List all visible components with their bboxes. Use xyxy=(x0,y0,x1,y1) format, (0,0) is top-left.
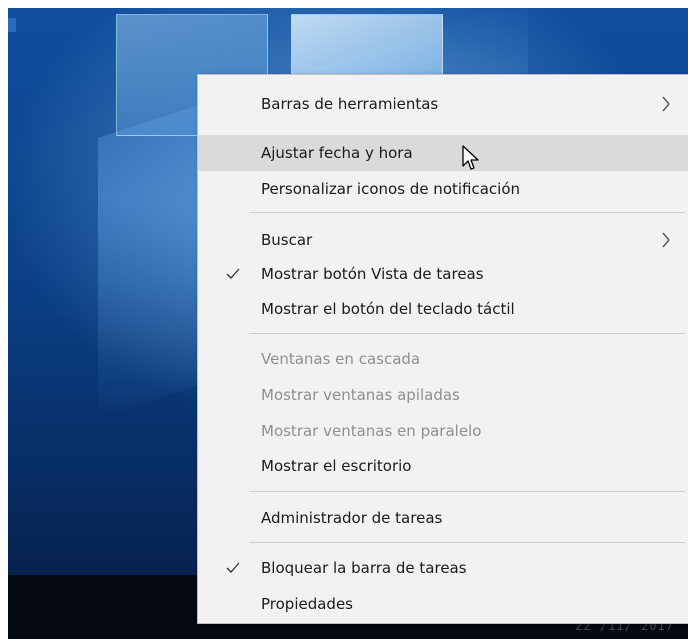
menu-item-ventanas-en-cascada: Ventanas en cascada xyxy=(198,341,688,377)
menu-separator xyxy=(249,212,685,213)
menu-item-label: Mostrar ventanas en paralelo xyxy=(261,422,482,440)
menu-item-label: Administrador de tareas xyxy=(261,509,443,527)
menu-item-personalizar-iconos[interactable]: Personalizar iconos de notificación xyxy=(198,171,688,207)
menu-item-mostrar-boton-vista-de-tareas[interactable]: Mostrar botón Vista de tareas xyxy=(198,256,688,292)
menu-item-bloquear-barra-de-tareas[interactable]: Bloquear la barra de tareas xyxy=(198,550,688,586)
checkmark-icon xyxy=(226,562,240,573)
menu-item-label: Bloquear la barra de tareas xyxy=(261,559,467,577)
menu-item-label: Propiedades xyxy=(261,595,353,613)
menu-item-label: Mostrar ventanas apiladas xyxy=(261,386,460,404)
menu-item-label: Barras de herramientas xyxy=(261,95,439,113)
menu-item-propiedades[interactable]: Propiedades xyxy=(198,586,688,622)
menu-separator xyxy=(249,491,685,492)
menu-item-label: Personalizar iconos de notificación xyxy=(261,180,521,198)
menu-item-mostrar-boton-teclado-tactil[interactable]: Mostrar el botón del teclado táctil xyxy=(198,291,688,327)
mouse-pointer-icon xyxy=(462,145,479,170)
menu-item-label: Buscar xyxy=(261,231,313,249)
chevron-right-icon xyxy=(662,232,670,248)
menu-item-buscar[interactable]: Buscar xyxy=(198,222,688,258)
taskbar-context-menu: Barras de herramientas Ajustar fecha y h… xyxy=(197,74,688,624)
menu-item-label: Ventanas en cascada xyxy=(261,350,421,368)
menu-item-mostrar-ventanas-apiladas: Mostrar ventanas apiladas xyxy=(198,377,688,413)
menu-item-barras-de-herramientas[interactable]: Barras de herramientas xyxy=(198,86,688,122)
menu-item-administrador-de-tareas[interactable]: Administrador de tareas xyxy=(198,500,688,536)
menu-separator xyxy=(249,333,685,334)
checkmark-icon xyxy=(226,268,240,279)
menu-item-ajustar-fecha-y-hora[interactable]: Ajustar fecha y hora xyxy=(198,135,688,171)
menu-item-label: Ajustar fecha y hora xyxy=(261,144,413,162)
menu-item-label: Mostrar el escritorio xyxy=(261,457,412,475)
menu-separator xyxy=(249,542,685,543)
desktop-icon-partial[interactable] xyxy=(8,18,16,32)
menu-item-mostrar-ventanas-en-paralelo: Mostrar ventanas en paralelo xyxy=(198,413,688,449)
chevron-right-icon xyxy=(662,96,670,112)
menu-item-label: Mostrar botón Vista de tareas xyxy=(261,265,484,283)
menu-item-label: Mostrar el botón del teclado táctil xyxy=(261,300,515,318)
menu-item-mostrar-el-escritorio[interactable]: Mostrar el escritorio xyxy=(198,448,688,484)
